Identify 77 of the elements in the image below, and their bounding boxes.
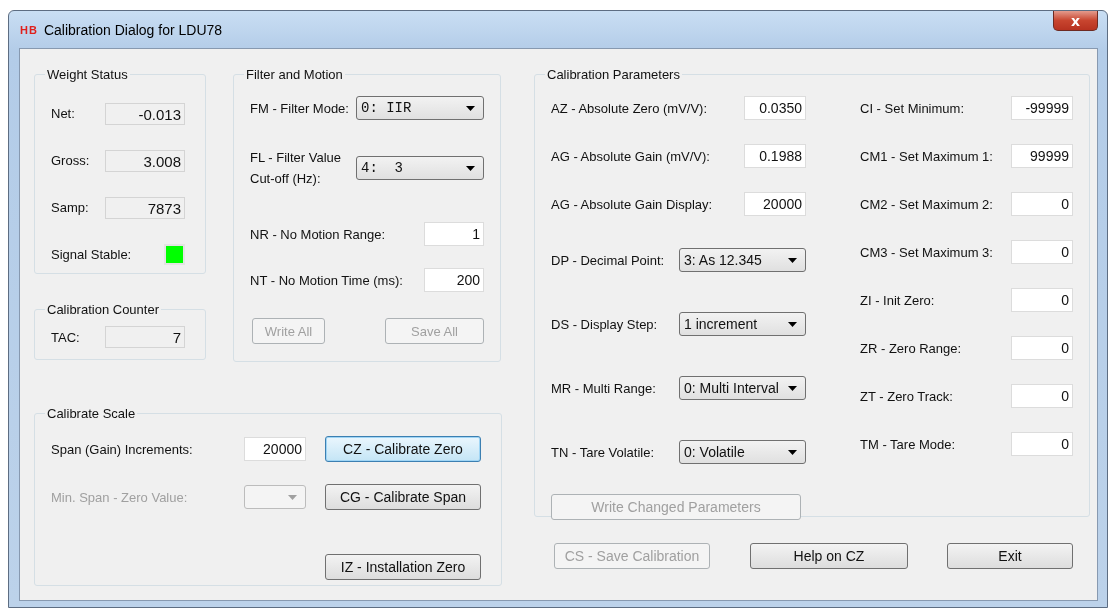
dropdown-value: 0: Multi Interval <box>684 380 779 396</box>
dropdown[interactable] <box>244 485 306 509</box>
input-field[interactable]: 0 <box>1011 432 1073 456</box>
readout-field: 7873 <box>105 196 185 219</box>
field-label: Span (Gain) Increments: <box>51 441 193 457</box>
dropdown-value: 0: Volatile <box>684 444 745 460</box>
input-field[interactable]: 20000 <box>244 437 306 461</box>
group-title: Calibration Parameters <box>546 67 681 82</box>
input-field[interactable]: 20000 <box>744 192 806 216</box>
field-label: Min. Span - Zero Value: <box>51 489 188 505</box>
field-label: CM2 - Set Maximum 2: <box>860 196 993 212</box>
field-label: TM - Tare Mode: <box>860 436 956 452</box>
action-button[interactable]: IZ - Installation Zero <box>325 554 481 580</box>
dropdown-value: 1 increment <box>684 316 758 332</box>
input-field[interactable]: 0 <box>1011 384 1073 408</box>
field-label: DS - Display Step: <box>551 316 658 332</box>
caret-icon <box>288 494 297 500</box>
input-field[interactable]: 0.1988 <box>744 144 806 168</box>
field-label: ZI - Init Zero: <box>860 292 935 308</box>
group-title: Calibration Counter <box>46 302 160 317</box>
field-label: TN - Tare Volatile: <box>551 444 655 460</box>
caret-icon <box>788 321 797 327</box>
field-label: CM3 - Set Maximum 3: <box>860 244 993 260</box>
field-label: TAC: <box>51 329 80 345</box>
field-label: FM - Filter Mode: <box>250 99 349 118</box>
action-button[interactable]: CG - Calibrate Span <box>325 484 481 510</box>
readout-field: 7 <box>105 326 185 348</box>
group-title: Weight Status <box>46 67 129 82</box>
dropdown-value: 3: As 12.345 <box>684 252 762 268</box>
dropdown[interactable]: 0: IIR <box>356 96 484 120</box>
input-field[interactable]: 99999 <box>1011 144 1073 168</box>
field-label: AZ - Absolute Zero (mV/V): <box>551 100 708 116</box>
readout-field: -0.013 <box>105 102 185 125</box>
field-label: NT - No Motion Time (ms): <box>250 271 403 290</box>
field-label: Net: <box>51 106 75 121</box>
field-label: ZR - Zero Range: <box>860 340 962 356</box>
caret-icon <box>788 449 797 455</box>
input-field[interactable]: 0 <box>1011 192 1073 216</box>
input-field[interactable]: 200 <box>424 268 484 292</box>
input-field[interactable]: -99999 <box>1011 96 1073 120</box>
field-label: DP - Decimal Point: <box>551 252 665 268</box>
action-button[interactable]: CZ - Calibrate Zero <box>325 436 481 462</box>
field-label: Signal Stable: <box>51 247 132 262</box>
field-label: CI - Set Minimum: <box>860 100 964 116</box>
input-field[interactable]: 0 <box>1011 288 1073 312</box>
field-label: Samp: <box>51 200 89 215</box>
dropdown[interactable]: 0: Volatile <box>679 440 806 464</box>
dropdown[interactable]: 3: As 12.345 <box>679 248 806 272</box>
field-label: Gross: <box>51 153 90 168</box>
caret-icon <box>788 257 797 263</box>
caret-icon <box>788 385 797 391</box>
dropdown-value: 0: IIR <box>361 100 412 116</box>
group-title: Filter and Motion <box>245 67 344 82</box>
close-button[interactable]: x <box>1053 11 1098 31</box>
dropdown[interactable]: 0: Multi Interval <box>679 376 806 400</box>
app-logo: HB <box>20 23 38 36</box>
field-label: MR - Multi Range: <box>551 380 656 396</box>
field-label: ZT - Zero Track: <box>860 388 953 404</box>
field-label: NR - No Motion Range: <box>250 225 386 244</box>
input-field[interactable]: 1 <box>424 222 484 246</box>
input-field[interactable]: 0.0350 <box>744 96 806 120</box>
dropdown[interactable]: 4: 3 <box>356 156 484 180</box>
caret-icon <box>466 165 475 171</box>
input-field[interactable]: 0 <box>1011 336 1073 360</box>
field-label: FL - Filter Value Cut-off (Hz): <box>250 149 343 188</box>
window-title: Calibration Dialog for LDU78 <box>43 21 223 38</box>
field-label: CM1 - Set Maximum 1: <box>860 148 993 164</box>
dropdown[interactable]: 1 increment <box>679 312 806 336</box>
readout-field: 3.008 <box>105 149 185 172</box>
field-label: AG - Absolute Gain Display: <box>551 196 713 212</box>
dropdown-value: 4: 3 <box>361 160 403 176</box>
action-button[interactable]: Help on CZ <box>750 543 908 569</box>
input-field[interactable]: 0 <box>1011 240 1073 264</box>
action-button[interactable]: Exit <box>947 543 1073 569</box>
caret-icon <box>466 105 475 111</box>
field-label: AG - Absolute Gain (mV/V): <box>551 148 710 164</box>
group-title: Calibrate Scale <box>46 406 137 421</box>
